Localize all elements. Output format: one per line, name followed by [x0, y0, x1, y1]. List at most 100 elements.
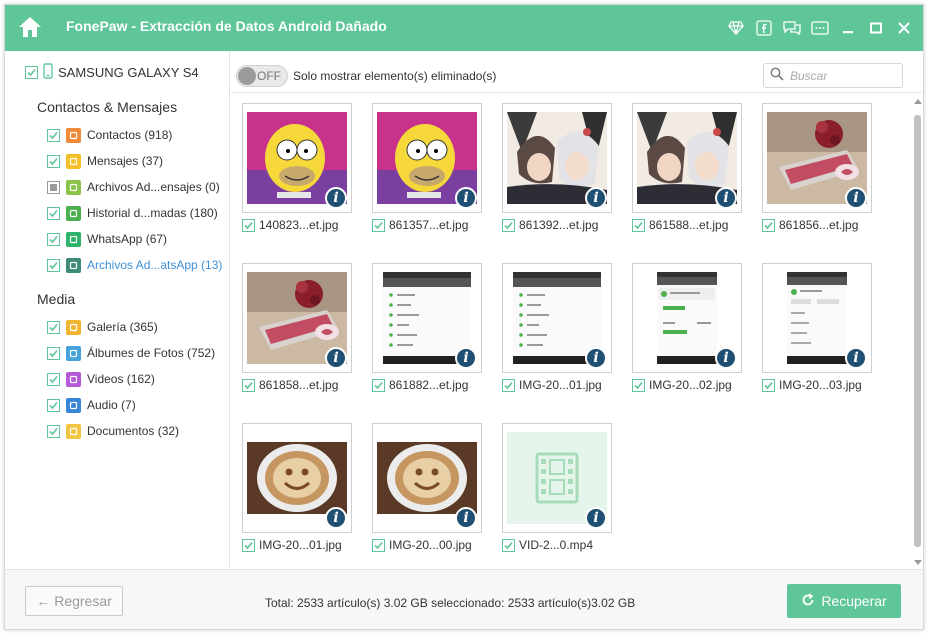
file-tile[interactable]: i IMG-20...01.jpg [242, 423, 372, 552]
file-thumbnail[interactable]: i [372, 423, 482, 533]
file-caption: 861882...et.jpg [372, 378, 502, 392]
recover-button[interactable]: Recuperar [787, 584, 901, 618]
maximize-icon[interactable] [865, 17, 887, 39]
audio-icon [66, 397, 81, 413]
file-checkbox[interactable] [632, 218, 645, 232]
file-tile[interactable]: i VID-2...0.mp4 [502, 423, 632, 552]
file-thumbnail[interactable]: i [502, 263, 612, 373]
file-checkbox[interactable] [372, 378, 385, 392]
file-thumbnail[interactable]: i [762, 263, 872, 373]
file-name: 861392...et.jpg [519, 218, 599, 232]
info-icon[interactable]: i [585, 347, 607, 369]
file-thumbnail[interactable]: i [502, 423, 612, 533]
file-thumbnail[interactable]: i [502, 103, 612, 213]
toggle-description: Solo mostrar elemento(s) eliminado(s) [293, 69, 497, 83]
info-icon[interactable]: i [325, 187, 347, 209]
sidebar-item[interactable]: Contactos (918) [47, 125, 172, 145]
close-icon[interactable] [893, 17, 915, 39]
file-checkbox[interactable] [502, 218, 515, 232]
deleted-only-toggle[interactable]: OFF [236, 65, 288, 87]
file-tile[interactable]: i IMG-20...03.jpg [762, 263, 892, 392]
file-checkbox[interactable] [502, 538, 515, 552]
scroll-up-arrow[interactable] [914, 99, 922, 104]
search-box[interactable] [763, 63, 903, 88]
info-icon[interactable]: i [845, 347, 867, 369]
file-checkbox[interactable] [762, 218, 775, 232]
info-icon[interactable]: i [455, 187, 477, 209]
sidebar-item[interactable]: Archivos Ad...atsApp (13) [47, 255, 222, 275]
file-checkbox[interactable] [372, 538, 385, 552]
file-checkbox[interactable] [372, 218, 385, 232]
file-checkbox[interactable] [632, 378, 645, 392]
info-icon[interactable]: i [455, 507, 477, 529]
vertical-scrollbar[interactable] [911, 97, 923, 567]
info-icon[interactable]: i [585, 507, 607, 529]
sidebar-item[interactable]: Mensajes (37) [47, 151, 163, 171]
scroll-down-arrow[interactable] [914, 560, 922, 565]
file-caption: IMG-20...02.jpg [632, 378, 762, 392]
device-checkbox[interactable] [25, 66, 38, 79]
file-tile[interactable]: i 861357...et.jpg [372, 103, 502, 232]
file-checkbox[interactable] [242, 378, 255, 392]
scroll-thumb[interactable] [914, 115, 921, 547]
info-icon[interactable]: i [455, 347, 477, 369]
facebook-icon[interactable] [753, 17, 775, 39]
file-thumbnail[interactable]: i [242, 423, 352, 533]
file-tile[interactable]: i IMG-20...00.jpg [372, 423, 502, 552]
info-icon[interactable]: i [325, 347, 347, 369]
sidebar-item[interactable]: Audio (7) [47, 395, 136, 415]
sidebar-item-checkbox[interactable] [47, 154, 60, 168]
arrow-left-icon: ← [36, 593, 51, 609]
file-tile[interactable]: i 861882...et.jpg [372, 263, 502, 392]
file-thumbnail[interactable]: i [372, 263, 482, 373]
file-tile[interactable]: i 140823...et.jpg [242, 103, 372, 232]
file-tile[interactable]: i IMG-20...02.jpg [632, 263, 762, 392]
sidebar-item-checkbox[interactable] [47, 258, 60, 272]
sidebar-item-checkbox[interactable] [47, 346, 60, 360]
info-icon[interactable]: i [845, 187, 867, 209]
file-tile[interactable]: i 861588...et.jpg [632, 103, 762, 232]
file-tile[interactable]: i 861392...et.jpg [502, 103, 632, 232]
sidebar-item-checkbox[interactable] [47, 398, 60, 412]
file-checkbox[interactable] [242, 218, 255, 232]
file-checkbox[interactable] [762, 378, 775, 392]
sidebar-item-checkbox[interactable] [47, 232, 60, 246]
sidebar-item[interactable]: WhatsApp (67) [47, 229, 167, 249]
sidebar-item[interactable]: Álbumes de Fotos (752) [47, 343, 215, 363]
info-icon[interactable]: i [715, 347, 737, 369]
minimize-icon[interactable] [837, 17, 859, 39]
file-checkbox[interactable] [242, 538, 255, 552]
sidebar-item[interactable]: Documentos (32) [47, 421, 179, 441]
sidebar-item-label: Documentos (32) [87, 424, 180, 438]
info-icon[interactable]: i [715, 187, 737, 209]
file-thumbnail[interactable]: i [242, 263, 352, 373]
device-row[interactable]: SAMSUNG GALAXY S4 [25, 63, 199, 82]
back-button[interactable]: ← Regresar [25, 586, 123, 616]
file-tile[interactable]: i 861856...et.jpg [762, 103, 892, 232]
sidebar-item-checkbox[interactable] [47, 128, 60, 142]
sidebar-item-checkbox[interactable] [47, 180, 60, 194]
sidebar-item-checkbox[interactable] [47, 320, 60, 334]
info-icon[interactable]: i [325, 507, 347, 529]
menu-icon[interactable] [809, 17, 831, 39]
sidebar-item[interactable]: Archivos Ad...ensajes (0) [47, 177, 220, 197]
sidebar-item[interactable]: Historial d...madas (180) [47, 203, 218, 223]
sidebar-item-checkbox[interactable] [47, 424, 60, 438]
search-input[interactable] [790, 68, 890, 83]
file-tile[interactable]: i 861858...et.jpg [242, 263, 372, 392]
file-thumbnail[interactable]: i [372, 103, 482, 213]
home-icon[interactable] [17, 14, 43, 40]
diamond-icon[interactable] [725, 17, 747, 39]
sidebar-item-checkbox[interactable] [47, 206, 60, 220]
sidebar-item-checkbox[interactable] [47, 372, 60, 386]
feedback-icon[interactable] [781, 17, 803, 39]
file-thumbnail[interactable]: i [242, 103, 352, 213]
sidebar-item[interactable]: Videos (162) [47, 369, 155, 389]
file-tile[interactable]: i IMG-20...01.jpg [502, 263, 632, 392]
info-icon[interactable]: i [585, 187, 607, 209]
file-thumbnail[interactable]: i [632, 103, 742, 213]
file-checkbox[interactable] [502, 378, 515, 392]
file-thumbnail[interactable]: i [762, 103, 872, 213]
file-thumbnail[interactable]: i [632, 263, 742, 373]
sidebar-item[interactable]: Galería (365) [47, 317, 158, 337]
